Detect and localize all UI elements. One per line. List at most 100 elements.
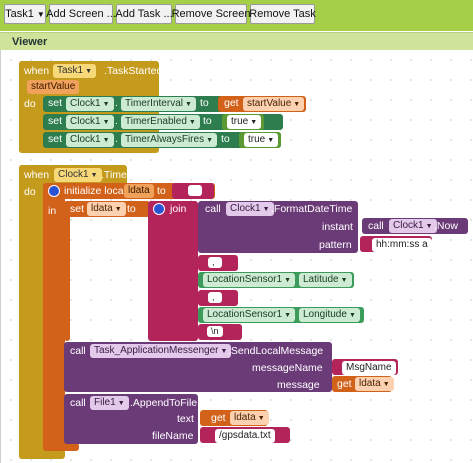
get-keyword: get bbox=[211, 412, 226, 424]
join-block[interactable] bbox=[148, 201, 198, 341]
to-keyword: to bbox=[127, 203, 136, 215]
viewer-title: Viewer bbox=[12, 36, 48, 48]
gear-icon[interactable] bbox=[153, 203, 165, 215]
task-select-dropdown[interactable]: Task1 ▼ bbox=[4, 4, 46, 24]
call-keyword: call bbox=[205, 203, 221, 215]
dot-separator: . bbox=[115, 97, 118, 109]
pattern-text-value[interactable]: hh:mm:ss a bbox=[372, 238, 432, 252]
task1-component-pill[interactable]: Task1 ▼ bbox=[53, 64, 97, 78]
comma-text-value[interactable]: , bbox=[208, 292, 222, 303]
ldata-var-pill[interactable]: ldata ▼ bbox=[230, 411, 269, 425]
messagename-param-label: messageName bbox=[252, 362, 323, 374]
ldata-var-label: ldata bbox=[91, 203, 113, 214]
latitude-property-pill[interactable]: Latitude ▼ bbox=[299, 273, 352, 287]
call-keyword: call bbox=[368, 220, 384, 232]
latitude-label: Latitude bbox=[303, 274, 339, 285]
ldata-var-label: ldata bbox=[234, 412, 256, 423]
chevron-down-icon: ▼ bbox=[340, 277, 348, 284]
true-value-pill[interactable]: true ▼ bbox=[244, 133, 279, 147]
chevron-down-icon: ▼ bbox=[36, 9, 45, 19]
chevron-down-icon: ▼ bbox=[102, 119, 110, 126]
file1-component-pill[interactable]: File1 ▼ bbox=[90, 396, 129, 410]
chevron-down-icon: ▼ bbox=[267, 137, 275, 144]
locationsensor1-label: LocationSensor1 bbox=[207, 309, 283, 320]
clock1-component-pill[interactable]: Clock1 ▼ bbox=[226, 202, 274, 216]
comma-text-value[interactable]: , bbox=[208, 257, 222, 268]
clock1-label: Clock1 bbox=[70, 98, 101, 109]
event-block-spine bbox=[19, 165, 43, 459]
startvalue-param[interactable]: startValue bbox=[27, 80, 80, 94]
task1-label: Task1 bbox=[57, 65, 84, 76]
longitude-property-pill[interactable]: Longitude ▼ bbox=[299, 308, 360, 322]
clock1-label: Clock1 bbox=[58, 169, 89, 180]
initialize-local-keyword: initialize local bbox=[64, 185, 126, 197]
empty-text-value[interactable] bbox=[188, 185, 202, 196]
to-keyword: to bbox=[221, 133, 230, 145]
remove-task-button[interactable]: Remove Task bbox=[249, 4, 316, 24]
remove-screen-button[interactable]: Remove Screen bbox=[172, 4, 250, 24]
chevron-down-icon: ▼ bbox=[262, 206, 270, 213]
true-value-pill[interactable]: true ▼ bbox=[227, 115, 262, 129]
clock1-component-pill[interactable]: Clock1 ▼ bbox=[389, 219, 437, 233]
true-label: true bbox=[248, 134, 266, 145]
chevron-down-icon: ▼ bbox=[188, 119, 196, 126]
gear-icon[interactable] bbox=[48, 185, 60, 197]
locationsensor1-component-pill[interactable]: LocationSensor1 ▼ bbox=[203, 273, 295, 287]
filename-text-value[interactable]: /gpsdata.txt bbox=[215, 429, 275, 443]
chevron-down-icon: ▼ bbox=[284, 277, 291, 284]
when-keyword: when bbox=[24, 169, 50, 181]
clock1-component-pill[interactable]: Clock1 ▼ bbox=[66, 133, 114, 147]
clock1-component-pill[interactable]: Clock1 ▼ bbox=[66, 97, 114, 111]
in-keyword: in bbox=[48, 205, 57, 217]
ldata-local-name[interactable]: ldata bbox=[124, 184, 154, 198]
ldata-var-label: ldata bbox=[359, 378, 381, 389]
now-method: .Now bbox=[434, 220, 458, 232]
chevron-down-icon: ▼ bbox=[284, 312, 291, 319]
chevron-down-icon: ▼ bbox=[117, 400, 125, 407]
to-keyword: to bbox=[157, 185, 166, 197]
filename-param-label: fileName bbox=[152, 430, 194, 442]
set-keyword: set bbox=[48, 97, 63, 109]
timerenabled-property-pill[interactable]: TimerEnabled ▼ bbox=[121, 115, 200, 129]
timeralwaysfires-property-pill[interactable]: TimerAlwaysFires ▼ bbox=[121, 133, 218, 147]
clock1-component-pill[interactable]: Clock1 ▼ bbox=[54, 168, 102, 182]
clock1-label: Clock1 bbox=[70, 134, 101, 145]
get-keyword: get bbox=[337, 378, 352, 390]
do-keyword: do bbox=[24, 186, 36, 198]
do-keyword: do bbox=[24, 98, 36, 110]
startvalue-var-pill[interactable]: startValue ▼ bbox=[243, 97, 305, 111]
timeralwaysfires-label: TimerAlwaysFires bbox=[125, 134, 205, 145]
call-keyword: call bbox=[70, 345, 86, 357]
longitude-label: Longitude bbox=[303, 309, 347, 320]
when-keyword: when bbox=[24, 65, 50, 77]
send-local-message-method: .SendLocalMessage bbox=[228, 345, 324, 357]
dot-separator: . bbox=[293, 274, 296, 286]
ldata-var-pill[interactable]: ldata ▼ bbox=[355, 377, 394, 391]
chevron-down-icon: ▼ bbox=[102, 101, 110, 108]
add-screen-button[interactable]: Add Screen ... bbox=[46, 4, 116, 24]
add-task-button[interactable]: Add Task ... bbox=[115, 4, 173, 24]
chevron-down-icon: ▼ bbox=[206, 137, 214, 144]
task-messenger-component-pill[interactable]: Task_ApplicationMessenger ▼ bbox=[90, 344, 232, 358]
timerinterval-property-pill[interactable]: TimerInterval ▼ bbox=[121, 97, 196, 111]
clock1-component-pill[interactable]: Clock1 ▼ bbox=[66, 115, 114, 129]
msgname-text-value[interactable]: MsgName bbox=[342, 361, 396, 375]
chevron-down-icon: ▼ bbox=[114, 206, 122, 213]
initialize-local-spine bbox=[43, 183, 65, 451]
locationsensor1-label: LocationSensor1 bbox=[207, 274, 283, 285]
chevron-down-icon: ▼ bbox=[250, 119, 258, 126]
startvalue-var-label: startValue bbox=[247, 98, 292, 109]
locationsensor1-component-pill[interactable]: LocationSensor1 ▼ bbox=[203, 308, 295, 322]
clock1-label: Clock1 bbox=[393, 220, 424, 231]
ldata-var-pill[interactable]: ldata ▼ bbox=[87, 202, 126, 216]
clock1-label: Clock1 bbox=[70, 116, 101, 127]
newline-text-value[interactable]: \n bbox=[207, 326, 223, 337]
viewer-header: Viewer bbox=[0, 32, 473, 50]
chevron-down-icon: ▼ bbox=[85, 68, 93, 75]
join-keyword: join bbox=[170, 203, 187, 215]
chevron-down-icon: ▼ bbox=[257, 415, 265, 422]
task-messenger-label: Task_ApplicationMessenger bbox=[94, 345, 219, 356]
set-keyword: set bbox=[48, 115, 63, 127]
chevron-down-icon: ▼ bbox=[184, 101, 192, 108]
chevron-down-icon: ▼ bbox=[90, 172, 98, 179]
